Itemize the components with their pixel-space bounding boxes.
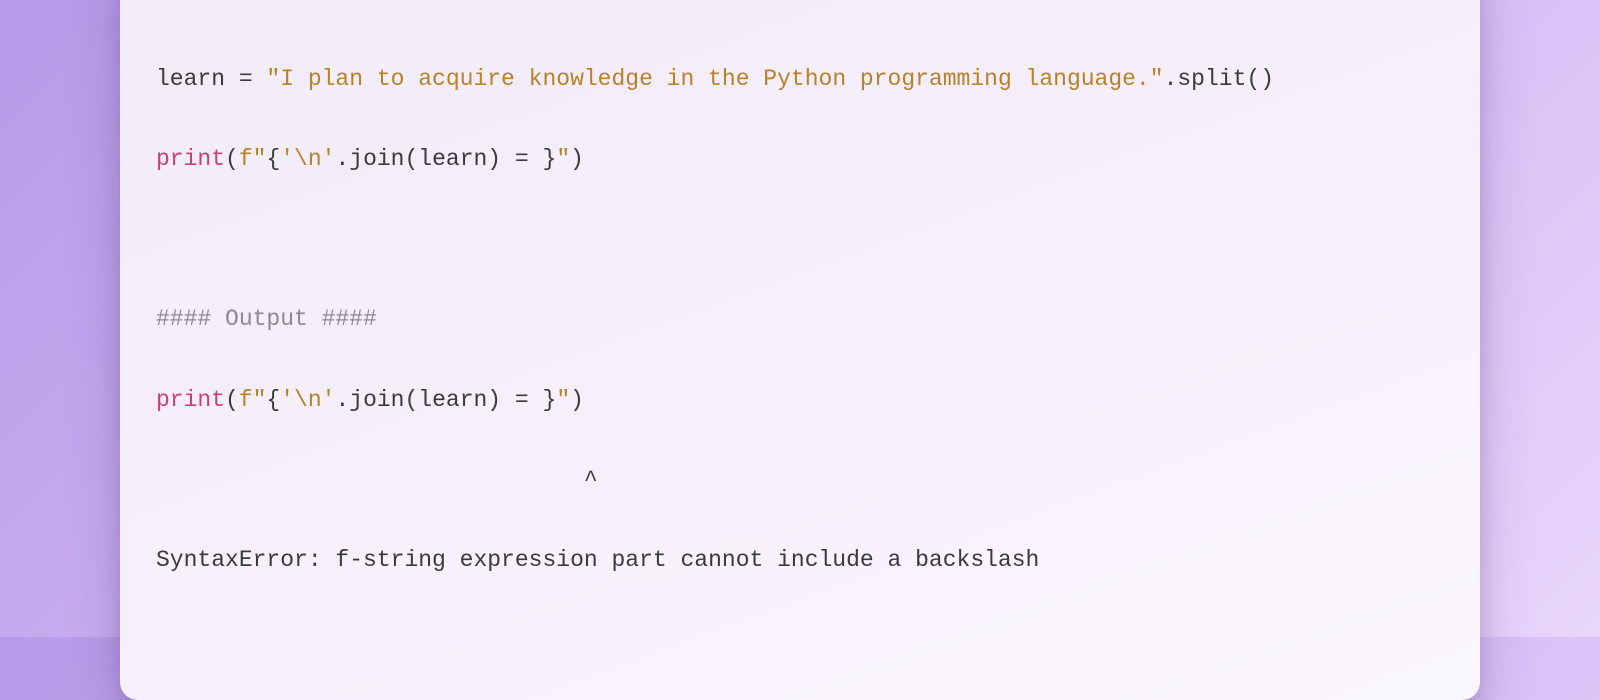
- token-string: '\n': [280, 146, 335, 172]
- code-line: SyntaxError: f-string expression part ca…: [156, 540, 1444, 580]
- code-line: #### Output ####: [156, 299, 1444, 339]
- token-string: "I plan to acquire knowledge in the Pyth…: [266, 66, 1163, 92]
- code-block: learn = "I plan to acquire knowledge in …: [156, 19, 1444, 659]
- token-builtin: print: [156, 387, 225, 413]
- code-window: Python 3.11 learn = "I plan to acquire k…: [120, 0, 1480, 700]
- token: {: [266, 387, 280, 413]
- token-string: f": [239, 387, 267, 413]
- token: .join(learn) = }: [335, 387, 556, 413]
- token-builtin: print: [156, 146, 225, 172]
- code-line: ^: [156, 460, 1444, 500]
- token: .split(): [1164, 66, 1274, 92]
- token: learn =: [156, 66, 266, 92]
- code-line: learn = "I plan to acquire knowledge in …: [156, 59, 1444, 99]
- token: ): [570, 146, 584, 172]
- token-string: ": [556, 387, 570, 413]
- token: .join(learn) = }: [335, 146, 556, 172]
- token: {: [266, 146, 280, 172]
- code-line: print(f"{'\n'.join(learn) = }"): [156, 380, 1444, 420]
- token-string: f": [239, 146, 267, 172]
- code-line-blank: [156, 219, 1444, 259]
- token: ): [570, 387, 584, 413]
- token-comment: #### Output ####: [156, 306, 377, 332]
- token: (: [225, 387, 239, 413]
- token-error: SyntaxError: f-string expression part ca…: [156, 547, 1039, 573]
- token-string: ": [556, 146, 570, 172]
- token-caret: ^: [156, 467, 598, 493]
- code-line: print(f"{'\n'.join(learn) = }"): [156, 139, 1444, 179]
- token-string: '\n': [280, 387, 335, 413]
- token: (: [225, 146, 239, 172]
